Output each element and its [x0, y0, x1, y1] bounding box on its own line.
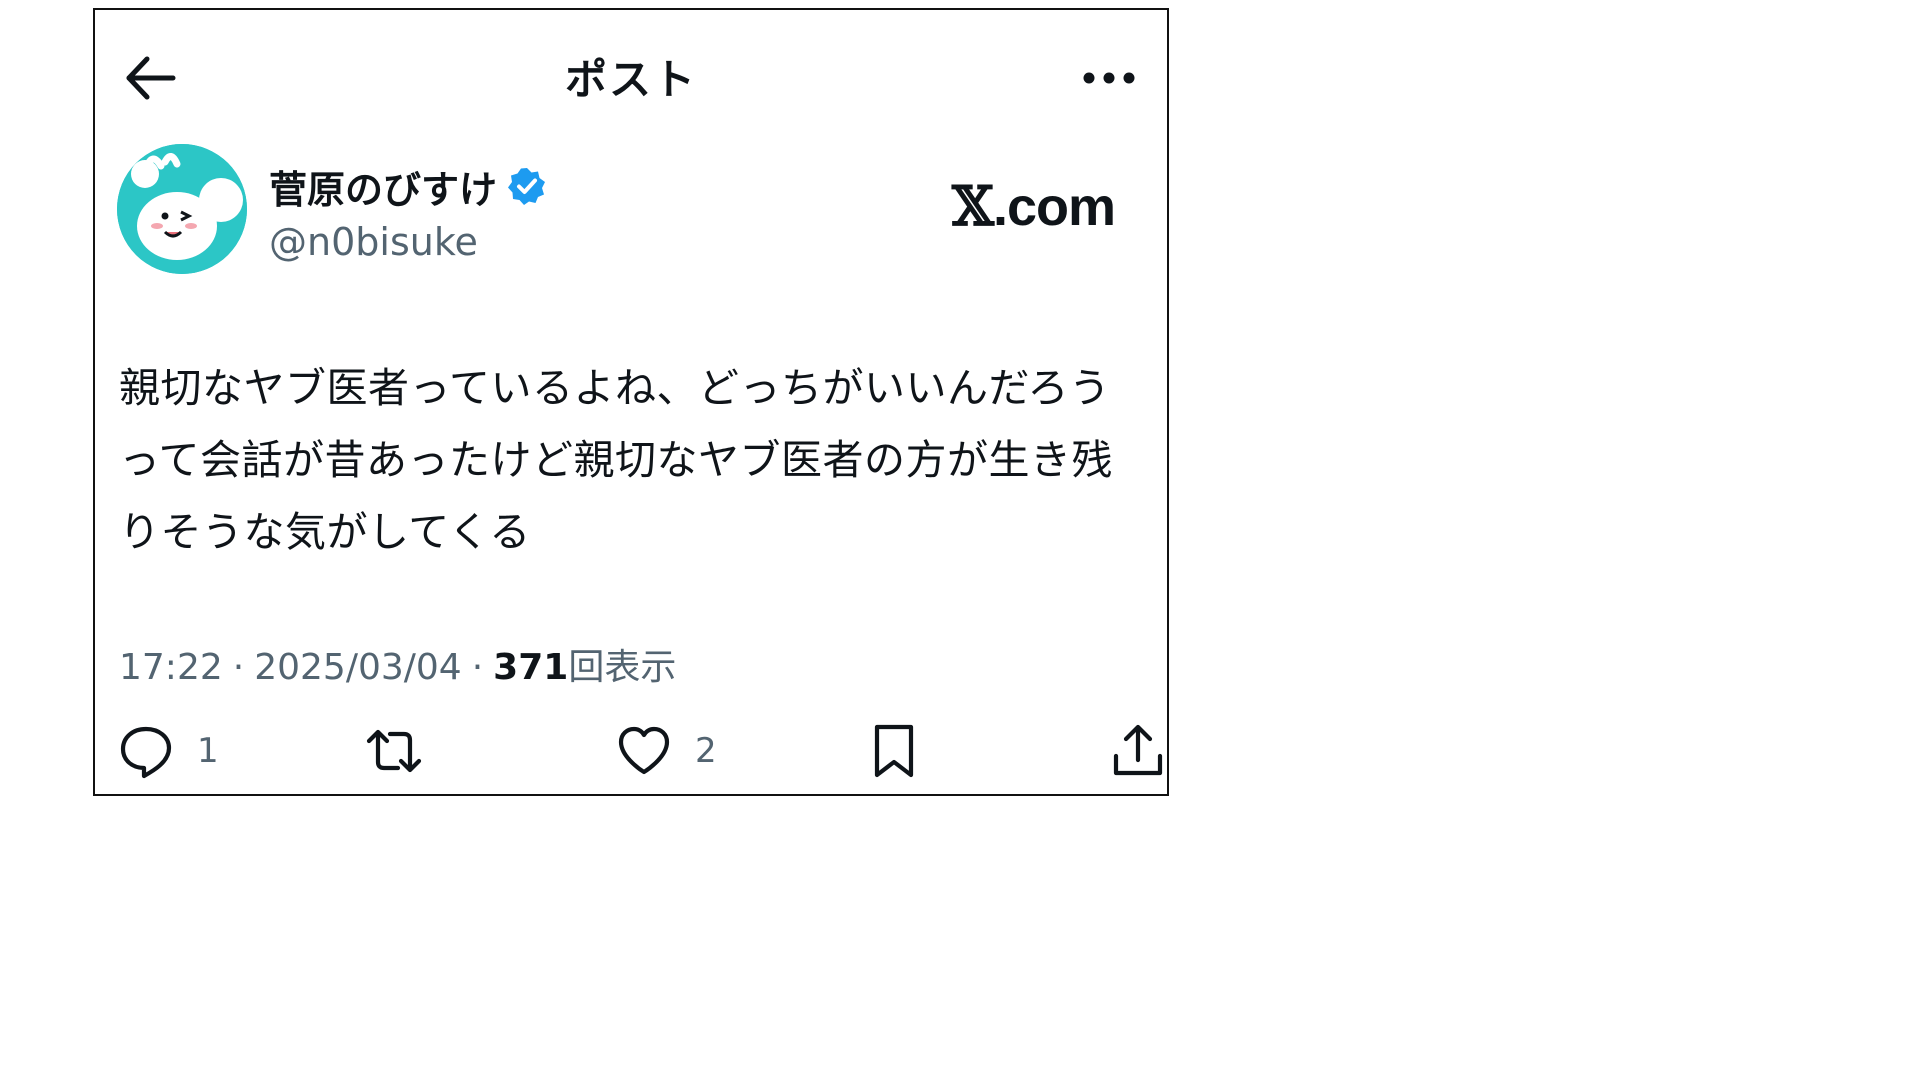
avatar-character-icon	[117, 144, 247, 274]
like-button[interactable]: 2	[615, 722, 717, 780]
verified-badge-icon	[508, 168, 546, 205]
author-row: 菅原のびすけ @n0bisuke 𝕏.com	[117, 144, 1147, 284]
meta-separator: ·	[232, 647, 245, 688]
views-label: 回表示	[568, 647, 677, 688]
page-title: ポスト	[564, 55, 697, 104]
bookmark-icon	[874, 724, 914, 778]
repost-icon	[366, 729, 422, 773]
display-name[interactable]: 菅原のびすけ	[269, 159, 497, 214]
like-count: 2	[695, 731, 717, 771]
post-time[interactable]: 17:22	[119, 647, 223, 688]
post-text: 親切なヤブ医者っているよね、どっちがいいんだろうって会話が昔あったけど親切なヤブ…	[119, 364, 1113, 556]
watermark-domain: .com	[992, 177, 1116, 237]
display-name-row: 菅原のびすけ	[269, 162, 547, 212]
bookmark-button[interactable]	[865, 722, 923, 780]
x-logo-char: 𝕏	[952, 174, 994, 238]
avatar[interactable]	[117, 144, 247, 274]
share-icon	[1113, 724, 1163, 776]
meta-separator: ·	[471, 647, 484, 688]
user-handle[interactable]: @n0bisuke	[269, 220, 478, 264]
reply-icon	[120, 726, 172, 779]
reply-count: 1	[197, 731, 219, 771]
post-date[interactable]: 2025/03/04	[254, 647, 462, 688]
share-button[interactable]	[1109, 722, 1167, 780]
more-horizontal-icon	[1083, 72, 1135, 84]
more-button[interactable]	[1079, 60, 1139, 96]
top-bar: ポスト	[95, 10, 1167, 130]
views-count[interactable]: 371	[493, 647, 568, 688]
reply-button[interactable]: 1	[117, 722, 219, 780]
x-com-watermark: 𝕏.com	[952, 174, 1116, 238]
heart-icon	[618, 726, 670, 775]
repost-button[interactable]	[365, 722, 423, 780]
post-card: ポスト 菅原のびすけ @n0bisuke 𝕏.com 親切なヤブ医者っているよね…	[93, 8, 1169, 796]
post-meta: 17:22 · 2025/03/04 · 371回表示	[119, 638, 676, 690]
action-bar: 1 2	[117, 722, 1163, 792]
